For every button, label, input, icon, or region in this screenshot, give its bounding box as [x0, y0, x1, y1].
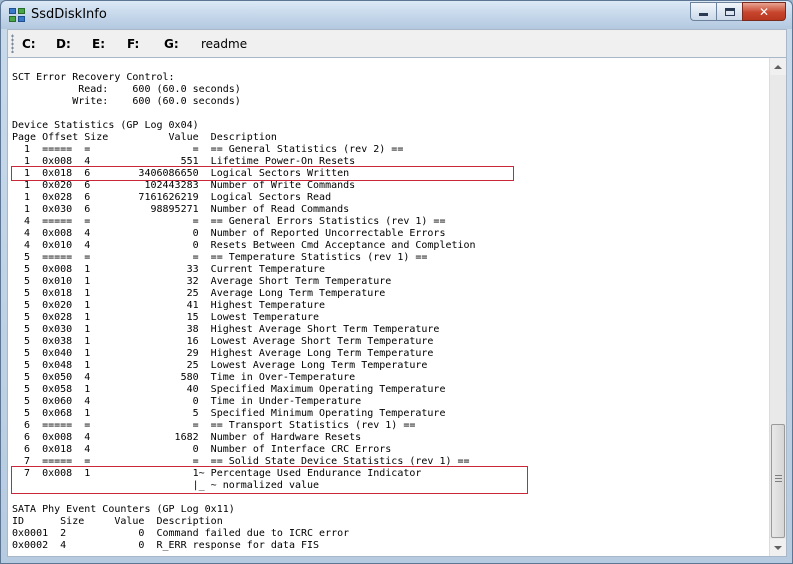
drive-button-e[interactable]: E:: [92, 37, 105, 51]
output-line: SATA Phy Event Counters (GP Log 0x11): [12, 504, 235, 515]
output-line: 1 0x020 6 102443283 Number of Write Comm…: [12, 180, 356, 191]
output-line: 6 0x008 4 1682 Number of Hardware Resets: [12, 432, 362, 443]
output-line: 5 ===== = = == Temperature Statistics (r…: [12, 252, 428, 263]
output-line: 1 0x030 6 98895271 Number of Read Comman…: [12, 204, 350, 215]
window-title: SsdDiskInfo: [31, 7, 107, 22]
caption-buttons: ✕: [690, 2, 786, 21]
output-line: 1 0x028 6 7161626219 Logical Sectors Rea…: [12, 192, 332, 203]
output-line: 4 0x010 4 0 Resets Between Cmd Acceptanc…: [12, 240, 476, 251]
output-line: 5 0x020 1 41 Highest Temperature: [12, 300, 326, 311]
maximize-button[interactable]: [716, 2, 742, 21]
output-line: 5 0x030 1 38 Highest Average Short Term …: [12, 324, 440, 335]
close-button[interactable]: ✕: [742, 2, 786, 21]
output-line: 4 ===== = = == General Errors Statistics…: [12, 216, 446, 227]
output-line: Read: 600 (60.0 seconds): [12, 84, 241, 95]
drive-button-c[interactable]: C:: [22, 37, 36, 51]
scroll-thumb[interactable]: [771, 424, 785, 538]
output-line: 5 0x010 1 32 Average Short Term Temperat…: [12, 276, 392, 287]
toolbar-grip-icon[interactable]: [11, 34, 14, 53]
output-line: Page Offset Size Value Description: [12, 132, 277, 143]
output-line: 6 0x018 4 0 Number of Interface CRC Erro…: [12, 444, 392, 455]
drive-button-d[interactable]: D:: [56, 37, 71, 51]
app-window: SsdDiskInfo ✕ C: D: E: F: G: readme SCT …: [0, 0, 793, 564]
vertical-scrollbar[interactable]: [769, 58, 786, 556]
output-line: 0x0001 2 0 Command failed due to ICRC er…: [12, 528, 350, 539]
scroll-up-button[interactable]: [770, 58, 786, 75]
highlight-logical-sectors-written: [11, 166, 514, 181]
minimize-button[interactable]: [690, 2, 716, 21]
output-panel: SCT Error Recovery Control: Read: 600 (6…: [7, 57, 787, 557]
minimize-icon: [699, 13, 708, 16]
close-icon: ✕: [758, 4, 770, 19]
output-line: 5 0x038 1 16 Lowest Average Short Term T…: [12, 336, 434, 347]
thumb-grip-icon: [775, 475, 782, 484]
highlight-percentage-used-endurance: [11, 466, 528, 494]
output-line: 5 0x048 1 25 Lowest Average Long Term Te…: [12, 360, 428, 371]
output-line: 5 0x040 1 29 Highest Average Long Term T…: [12, 348, 434, 359]
output-line: SCT Error Recovery Control:: [12, 72, 175, 83]
arrow-down-icon: [774, 545, 782, 550]
output-line: ID Size Value Description: [12, 516, 223, 527]
output-line: 5 0x008 1 33 Current Temperature: [12, 264, 326, 275]
maximize-icon: [724, 7, 735, 16]
output-line: 6 ===== = = == Transport Statistics (rev…: [12, 420, 416, 431]
drive-button-f[interactable]: F:: [127, 37, 139, 51]
output-line: Device Statistics (GP Log 0x04): [12, 120, 199, 131]
drive-button-g[interactable]: G:: [164, 37, 179, 51]
drive-toolbar: C: D: E: F: G: readme: [7, 29, 787, 57]
output-line: 5 0x060 4 0 Time in Under-Temperature: [12, 396, 362, 407]
output-line: 5 0x028 1 15 Lowest Temperature: [12, 312, 320, 323]
output-line: Write: 600 (60.0 seconds): [12, 96, 241, 107]
output-line: 5 0x050 4 580 Time in Over-Temperature: [12, 372, 356, 383]
output-line: 0x0002 4 0 R_ERR response for data FIS: [12, 540, 320, 551]
output-line: 5 0x058 1 40 Specified Maximum Operating…: [12, 384, 446, 395]
output-line: 5 0x018 1 25 Average Long Term Temperatu…: [12, 288, 386, 299]
scroll-down-button[interactable]: [770, 539, 786, 556]
title-bar[interactable]: SsdDiskInfo ✕: [1, 1, 792, 29]
readme-button[interactable]: readme: [201, 37, 247, 51]
arrow-up-icon: [774, 64, 782, 69]
output-line: 4 0x008 4 0 Number of Reported Uncorrect…: [12, 228, 446, 239]
app-icon: [9, 8, 25, 22]
output-line: 1 ===== = = == General Statistics (rev 2…: [12, 144, 404, 155]
output-line: 5 0x068 1 5 Specified Minimum Operating …: [12, 408, 446, 419]
